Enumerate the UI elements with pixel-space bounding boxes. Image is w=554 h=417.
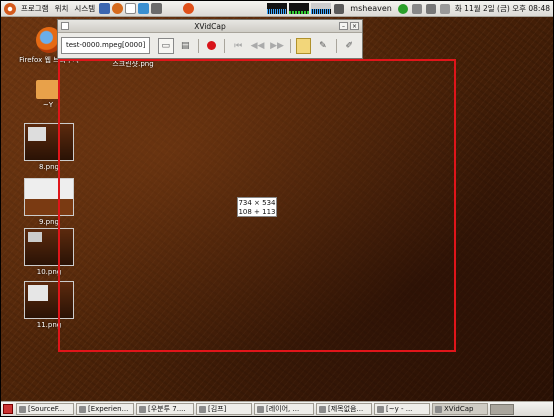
record-button[interactable] <box>204 38 219 54</box>
window-title: XVidCap <box>194 22 226 31</box>
desktop-icon-label: 8.png <box>38 163 59 171</box>
show-desktop-icon[interactable] <box>3 404 13 414</box>
toolbar-separator <box>198 38 199 53</box>
skip-back-icon[interactable]: ⏮ <box>230 38 245 54</box>
fast-forward-icon[interactable]: ▶▶ <box>269 38 284 54</box>
preferences-icon[interactable]: ✐ <box>342 38 357 54</box>
window-icon <box>139 405 146 413</box>
minimize-icon[interactable]: – <box>339 22 348 30</box>
taskbar-item[interactable]: [제목없음... <box>316 403 372 415</box>
window-icon <box>435 405 442 413</box>
window-icon <box>257 405 264 413</box>
lock-button[interactable] <box>295 37 311 54</box>
battery-icon[interactable] <box>439 3 450 14</box>
keyboard-icon[interactable] <box>411 3 422 14</box>
network-monitor-icon[interactable] <box>289 3 310 14</box>
email-launcher-icon[interactable] <box>138 3 150 14</box>
rewind-icon[interactable]: ◀◀ <box>250 38 265 54</box>
cpu-monitor-icon[interactable] <box>267 3 288 14</box>
toolbar-separator <box>289 38 291 53</box>
taskbar-item[interactable]: [SourceF... <box>16 403 74 415</box>
window-icon <box>377 405 384 413</box>
record-icon <box>207 41 217 50</box>
taskbar-item[interactable]: [우분투 7.... <box>136 403 194 415</box>
text-editor-launcher-icon[interactable] <box>125 3 137 14</box>
filename-button[interactable]: test-0000.mpeg[0000] <box>61 37 151 54</box>
xvidcap-titlebar[interactable]: XVidCap – × <box>58 20 362 33</box>
toolbar-separator <box>335 38 337 53</box>
firefox-launcher-icon[interactable] <box>112 3 124 14</box>
help-launcher-icon[interactable] <box>99 3 111 14</box>
volume-icon[interactable] <box>334 3 345 14</box>
desktop-icon-label: ~Y <box>42 101 54 109</box>
menu-applications[interactable]: 프로그램 <box>18 3 52 14</box>
taskbar-item[interactable]: [김프] <box>196 403 252 415</box>
xvidcap-window: XVidCap – × test-0000.mpeg[0000] ▭ ▤ ⏮ ◀… <box>57 19 363 59</box>
window-menu-icon[interactable] <box>61 22 69 30</box>
network-icon[interactable] <box>425 3 436 14</box>
capture-offset: 108 + 113 <box>238 208 276 216</box>
pen-icon[interactable]: ✎ <box>315 38 330 54</box>
clock[interactable]: 화 11월 2일 (금) 오후 08:48 <box>452 3 553 14</box>
taskbar-item-xvidcap[interactable]: XVidCap <box>432 403 488 415</box>
screenshot-launcher-icon[interactable] <box>183 3 195 14</box>
xvidcap-toolbar: test-0000.mpeg[0000] ▭ ▤ ⏮ ◀◀ ▶▶ ✎ ✐ <box>58 33 362 58</box>
frame-toggle-icon[interactable]: ▤ <box>178 38 193 54</box>
select-area-icon[interactable]: ▭ <box>158 37 174 54</box>
window-icon <box>199 405 206 413</box>
window-icon <box>319 405 326 413</box>
ubuntu-logo-icon[interactable] <box>4 2 16 15</box>
taskbar-item[interactable]: [~y - ... <box>374 403 430 415</box>
user-name[interactable]: msheaven <box>346 4 396 13</box>
bottom-panel: [SourceF... [Experien... [우분투 7.... [김프]… <box>1 401 553 416</box>
memory-monitor-icon[interactable] <box>311 3 332 14</box>
desktop-icon-label: 9.png <box>38 218 59 226</box>
update-notifier-icon[interactable] <box>397 3 408 14</box>
close-icon[interactable]: × <box>350 22 359 30</box>
folder-icon <box>36 80 60 99</box>
menu-system[interactable]: 시스템 <box>71 3 98 14</box>
taskbar-item[interactable]: [레이어, ... <box>254 403 314 415</box>
menu-places[interactable]: 위치 <box>52 3 72 14</box>
toolbar-separator <box>224 38 226 53</box>
capture-area-info: 734 × 534 108 + 113 <box>237 197 277 217</box>
taskbar-item[interactable]: [Experien... <box>76 403 134 415</box>
lock-icon <box>295 37 311 54</box>
terminal-launcher-icon[interactable] <box>151 3 163 14</box>
window-icon <box>79 405 86 413</box>
window-icon <box>19 405 26 413</box>
workspace-switcher[interactable] <box>490 403 514 415</box>
top-panel: 프로그램 위치 시스템 msheaven 화 11월 2일 (금) 오후 08:… <box>1 1 553 17</box>
capture-size: 734 × 534 <box>238 199 276 207</box>
